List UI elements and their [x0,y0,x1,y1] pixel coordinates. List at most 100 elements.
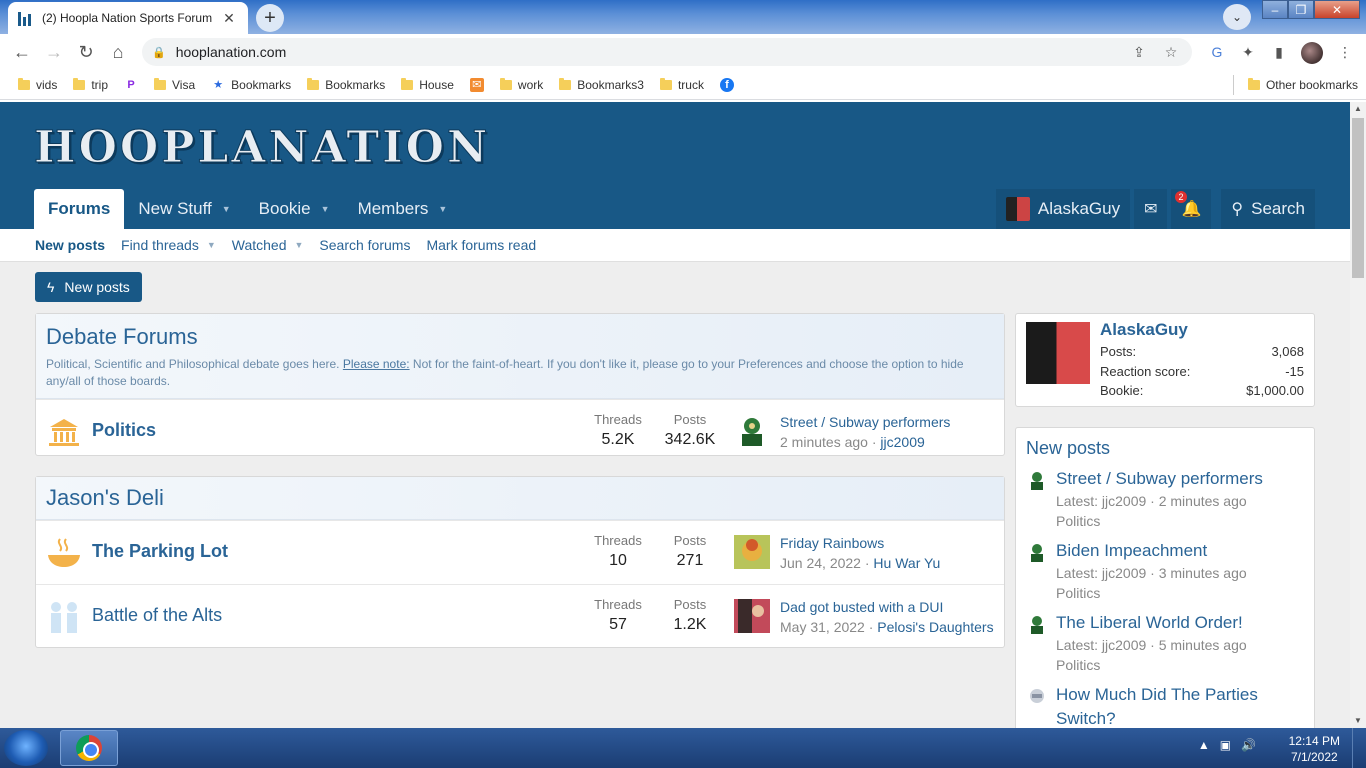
subnav-mark-forums-read[interactable]: Mark forums read [426,237,536,253]
new-post-link[interactable]: Biden Impeachment [1056,539,1304,563]
star-icon: ★ [213,79,224,91]
bookmark-bookmarks-star[interactable]: ★ Bookmarks [203,73,299,97]
member-name[interactable]: AlaskaGuy [1100,320,1188,340]
last-thread-link[interactable]: Friday Rainbows [780,535,884,551]
subnav-find-threads[interactable]: Find threads ▼ [121,237,216,253]
address-bar[interactable]: 🔒 hooplanation.com ⇪ ☆ [142,38,1192,66]
new-tab-button[interactable]: + [256,4,284,32]
bookmark-visa[interactable]: Visa [146,73,203,97]
nav-tab-new-stuff[interactable]: New Stuff ▼ [124,189,244,229]
category-title[interactable]: Jason's Deli [46,485,994,511]
account-button[interactable]: AlaskaGuy [995,189,1131,229]
poster-avatar[interactable] [1026,685,1048,707]
alerts-button[interactable]: 2 🔔 [1171,189,1212,229]
bookmark-star-icon[interactable]: ☆ [1160,44,1182,61]
bookmark-bookmarks3[interactable]: Bookmarks3 [551,73,652,97]
tab-close-icon[interactable]: ✕ [220,10,238,27]
caret-down-icon[interactable]: ▼ [438,204,447,214]
search-button[interactable]: ⚲ Search [1221,189,1315,229]
subnav-watched[interactable]: Watched ▼ [232,237,304,253]
inbox-button[interactable]: ✉ [1134,189,1168,229]
home-button[interactable]: ⌂ [102,36,134,68]
caret-down-icon[interactable]: ▼ [321,204,330,214]
poster-avatar[interactable] [1026,613,1048,635]
search-icon: ⚲ [1231,201,1244,218]
category-jasons-deli: Jason's Deli The Parking Lot Threads 10 P… [35,476,1005,648]
bookmark-work[interactable]: work [492,73,551,97]
nav-tab-members[interactable]: Members ▼ [344,189,462,229]
forum-title[interactable]: Politics [92,420,156,441]
side-panel-icon[interactable]: ▮ [1268,42,1290,62]
forum-title[interactable]: The Parking Lot [92,541,228,562]
bookmark-facebook[interactable]: f [712,73,742,97]
bookmark-vids[interactable]: vids [10,73,65,97]
poster-avatar[interactable] [1026,541,1048,563]
scroll-up-arrow-icon[interactable]: ▲ [1350,102,1366,116]
bookmark-mail[interactable]: ✉ [462,73,492,97]
please-note-link[interactable]: Please note: [343,357,410,371]
other-bookmarks[interactable]: Other bookmarks [1240,73,1366,97]
new-posts-heading[interactable]: New posts [1016,428,1314,459]
taskbar-clock[interactable]: 12:14 PM 7/1/2022 [1289,733,1340,765]
chrome-menu-icon[interactable]: ⋮ [1334,42,1356,62]
folder-icon [659,77,672,90]
browser-tab[interactable]: (2) Hoopla Nation Sports Forums ✕ [8,2,248,34]
show-desktop-button[interactable] [1352,728,1366,768]
forum-title[interactable]: Battle of the Alts [92,605,222,626]
volume-icon[interactable]: 🔊 [1241,738,1256,752]
reload-button[interactable]: ↻ [70,36,102,68]
scroll-thumb[interactable] [1352,118,1364,278]
caret-down-icon[interactable]: ▼ [295,240,304,250]
subnav-search-forums[interactable]: Search forums [319,237,410,253]
last-poster-avatar[interactable] [734,414,770,448]
new-post-forum[interactable]: Politics [1056,583,1304,603]
new-post-link[interactable]: The Liberal World Order! [1056,611,1304,635]
start-button[interactable] [4,730,48,766]
lock-icon[interactable]: 🔒 [152,46,166,59]
lightning-icon: ϟ [47,279,55,295]
taskbar-chrome-button[interactable] [60,730,118,766]
last-poster-avatar[interactable] [734,535,770,569]
window-close-button[interactable]: ✕ [1314,0,1360,19]
window-maximize-button[interactable]: ❐ [1288,0,1314,19]
category-title[interactable]: Debate Forums [46,324,994,350]
site-logo[interactable]: HOOPLANATION [33,122,490,174]
page-scrollbar[interactable]: ▲ ▼ [1350,102,1366,728]
window-minimize-button[interactable]: – [1262,0,1288,19]
new-post-link[interactable]: Street / Subway performers [1056,467,1304,491]
user-bar: AlaskaGuy ✉ 2 🔔 ⚲ Search [995,189,1315,229]
new-post-forum[interactable]: Politics [1056,511,1304,531]
new-posts-button[interactable]: ϟ New posts [35,272,142,302]
profile-avatar[interactable] [1301,42,1323,64]
last-poster-avatar[interactable] [734,599,770,633]
posts-stat: Posts 1.2K [673,597,707,633]
last-thread-link[interactable]: Dad got busted with a DUI [780,599,943,615]
bookmark-bookmarks[interactable]: Bookmarks [299,73,393,97]
new-post-forum[interactable]: Politics [1056,655,1304,675]
poster-avatar[interactable] [1026,469,1048,491]
bookmark-truck[interactable]: truck [652,73,712,97]
bookmark-house[interactable]: House [393,73,462,97]
extensions-puzzle-icon[interactable]: ✦ [1237,42,1259,62]
new-post-meta: Latest: jjc2009 · 2 minutes ago [1056,493,1247,509]
tab-search-button[interactable]: ⌄ [1223,4,1251,30]
tray-expand-icon[interactable]: ▲ [1198,738,1210,752]
translate-extension-icon[interactable]: G [1206,42,1228,62]
share-icon[interactable]: ⇪ [1128,44,1150,61]
url-text[interactable]: hooplanation.com [176,44,1118,60]
bookmark-trip[interactable]: trip [65,73,116,97]
nav-tab-bookie[interactable]: Bookie ▼ [245,189,344,229]
subnav-new-posts[interactable]: New posts [35,237,105,253]
new-post-link[interactable]: How Much Did The Parties Switch? [1056,683,1304,728]
scroll-down-arrow-icon[interactable]: ▼ [1350,714,1366,728]
network-icon[interactable]: ▣ [1220,738,1231,752]
last-thread-link[interactable]: Street / Subway performers [780,414,950,430]
caret-down-icon[interactable]: ▼ [222,204,231,214]
member-avatar[interactable] [1026,322,1090,384]
back-button[interactable]: ← [6,36,38,68]
forward-button[interactable]: → [38,36,70,68]
bookmark-p[interactable]: P [116,73,146,97]
nav-tab-forums[interactable]: Forums [34,189,125,229]
caret-down-icon[interactable]: ▼ [207,240,216,250]
steaming-bowl-icon [46,535,82,571]
